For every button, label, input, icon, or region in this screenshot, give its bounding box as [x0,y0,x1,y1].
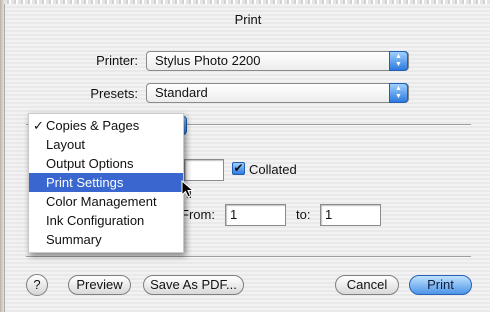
window-title: Print [234,12,262,27]
presets-value: Standard [155,85,208,100]
printer-label: Printer: [96,53,138,68]
section-divider-bottom [26,256,471,258]
to-label: to: [296,207,311,222]
menu-item-label: Output Options [46,156,134,171]
checkmark-icon: ✓ [33,118,44,133]
updown-arrows-icon: ▲ ▼ [389,51,408,71]
from-input[interactable]: 1 [225,204,286,226]
menu-item-ink-configuration[interactable]: Ink Configuration [29,211,183,230]
save-as-pdf-button[interactable]: Save As PDF... [143,275,244,295]
collated-label: Collated [249,162,297,177]
from-label: From: [181,207,215,222]
menu-item-color-management[interactable]: Color Management [29,192,183,211]
menu-item-copies-pages[interactable]: ✓ Copies & Pages [29,116,183,135]
printer-popup[interactable]: Stylus Photo 2200 ▲ ▼ [146,51,409,71]
to-input[interactable]: 1 [320,204,381,226]
menu-item-label: Copies & Pages [46,118,140,133]
help-button[interactable]: ? [26,274,48,296]
checkmark-icon: ✔ [233,161,244,175]
menu-item-label: Ink Configuration [46,213,145,228]
pane-menu: ✓ Copies & Pages Layout Output Options P… [28,113,184,253]
from-value: 1 [230,207,238,222]
menu-item-label: Summary [46,232,102,247]
menu-item-label: Color Management [46,194,157,209]
collated-checkbox[interactable]: ✔ [232,162,245,175]
presets-popup[interactable]: Standard ▲ ▼ [146,83,409,103]
updown-arrows-icon: ▲ ▼ [389,83,408,103]
printer-value: Stylus Photo 2200 [155,53,261,68]
print-button[interactable]: Print [409,275,472,295]
question-mark-icon: ? [33,277,41,292]
menu-item-label: Layout [46,137,86,152]
menu-item-output-options[interactable]: Output Options [29,154,183,173]
copies-input[interactable] [184,159,224,181]
menu-item-summary[interactable]: Summary [29,230,183,249]
preview-button[interactable]: Preview [68,275,131,295]
menu-item-label: Print Settings [46,175,124,190]
to-value: 1 [325,207,333,222]
menu-item-print-settings[interactable]: Print Settings [29,173,183,192]
mouse-pointer-icon [181,180,195,198]
cancel-button[interactable]: Cancel [335,275,399,295]
menu-item-layout[interactable]: Layout [29,135,183,154]
presets-label: Presets: [90,86,138,101]
